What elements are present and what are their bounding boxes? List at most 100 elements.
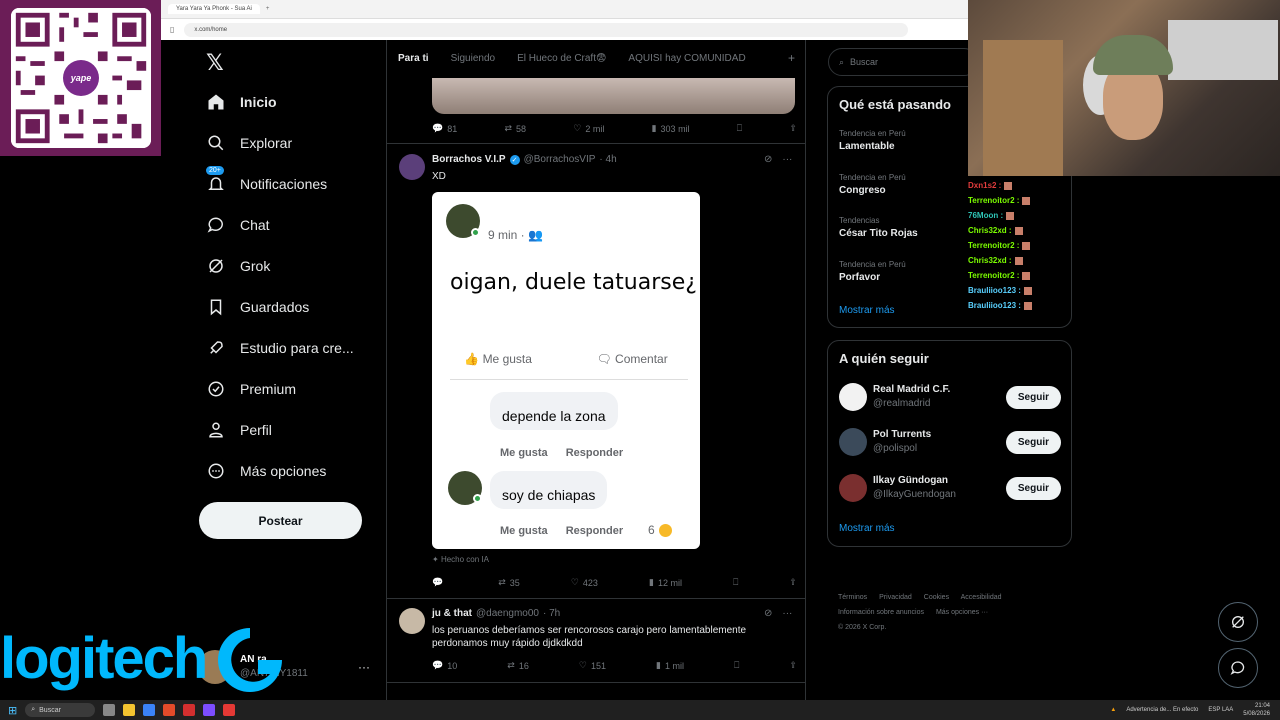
- taskbar-app-icon[interactable]: [223, 704, 236, 716]
- more-icon[interactable]: ···: [782, 154, 792, 165]
- windows-start-icon[interactable]: ⊞: [8, 704, 17, 717]
- views-button[interactable]: ▮ 12 mil: [649, 577, 682, 588]
- grok-icon[interactable]: ⊘: [764, 608, 772, 619]
- tab-for-you[interactable]: Para ti: [387, 40, 440, 76]
- follow-button[interactable]: Seguir: [1005, 430, 1061, 454]
- tab-following[interactable]: Siguiendo: [440, 40, 506, 76]
- retweet-button[interactable]: ⇄ 58: [504, 123, 526, 134]
- nav-premium[interactable]: Premium: [206, 379, 296, 399]
- qr-overlay: yape: [0, 0, 161, 156]
- webcam-person-hat: [1093, 35, 1173, 75]
- browser-tab[interactable]: Yara Yara Ya Phonk - Sua Ai: [168, 4, 260, 14]
- nav-notifications[interactable]: 20+ Notificaciones: [206, 166, 327, 194]
- follow-button[interactable]: Seguir: [1005, 476, 1061, 500]
- like-button[interactable]: ♡ 423: [571, 577, 598, 588]
- author-handle[interactable]: @daengmo00: [476, 608, 539, 619]
- chat-username: Chris32xd :: [968, 226, 1012, 235]
- fb-comment-actions: Me gusta Responder: [500, 447, 624, 459]
- browser-window-bar: Yara Yara Ya Phonk - Sua Ai + ▯ x.com/ho…: [160, 0, 968, 40]
- author-name[interactable]: ju & that: [432, 608, 472, 619]
- nav-home[interactable]: Inicio: [206, 92, 277, 112]
- reply-button[interactable]: 💬 81: [432, 123, 457, 134]
- footer-link[interactable]: Más opciones ···: [936, 609, 988, 616]
- avatar[interactable]: [399, 608, 425, 634]
- trend-item[interactable]: Tendencia en Perú Congreso: [839, 173, 906, 196]
- share-icon[interactable]: ⇪: [789, 660, 797, 671]
- footer-link[interactable]: Privacidad: [879, 594, 912, 601]
- messages-float-button[interactable]: [1218, 648, 1258, 688]
- person-icon: [206, 420, 226, 440]
- warning-text[interactable]: Advertencia de... En efecto: [1126, 707, 1198, 713]
- tweet-image-fb-screenshot[interactable]: 9 min · 👥 oigan, duele tatuarse¿ 👍 Me gu…: [432, 192, 700, 549]
- nav-grok[interactable]: Grok: [206, 256, 270, 276]
- grok-icon[interactable]: ⊘: [764, 154, 772, 165]
- tweet-media[interactable]: [432, 78, 795, 114]
- footer-link[interactable]: Accesibilidad: [961, 594, 1002, 601]
- nav-profile[interactable]: Perfil: [206, 420, 272, 440]
- warning-icon[interactable]: ▲: [1110, 707, 1116, 713]
- show-more-link[interactable]: Mostrar más: [839, 305, 895, 316]
- retweet-button[interactable]: ⇄ 35: [498, 577, 520, 588]
- views-button[interactable]: ▮ 1 mil: [656, 660, 684, 671]
- x-logo-icon[interactable]: 𝕏: [206, 50, 224, 76]
- tab-list-1[interactable]: El Hueco de Craft😨: [506, 40, 617, 76]
- file-explorer-icon[interactable]: [123, 704, 136, 716]
- taskbar-app-icon[interactable]: [103, 704, 116, 716]
- follow-suggestion[interactable]: Real Madrid C.F. @realmadrid Seguir: [839, 383, 1061, 411]
- ai-tag: ✦ Hecho con IA: [432, 555, 489, 564]
- like-button[interactable]: ♡ 2 mil: [573, 123, 604, 134]
- nav-creator-studio[interactable]: Estudio para cre...: [206, 338, 354, 358]
- author-name[interactable]: Borrachos V.I.P: [432, 154, 506, 165]
- post-button[interactable]: Postear: [199, 502, 362, 539]
- footer-link[interactable]: Términos: [838, 594, 867, 601]
- follow-button[interactable]: Seguir: [1005, 385, 1061, 409]
- taskbar-app-icon[interactable]: [143, 704, 156, 716]
- fb-time: 9 min · 👥: [488, 228, 543, 242]
- grok-float-button[interactable]: [1218, 602, 1258, 642]
- chat-emote-icon: [1022, 241, 1031, 250]
- search-input[interactable]: ⌕ Buscar: [828, 48, 978, 76]
- footer-link[interactable]: Cookies: [924, 594, 949, 601]
- bookmark-icon[interactable]: ⎕: [733, 577, 738, 588]
- nav-bookmarks[interactable]: Guardados: [206, 297, 309, 317]
- tweet-time[interactable]: · 4h: [599, 154, 616, 165]
- trend-item[interactable]: Tendencia en Perú Porfavor: [839, 260, 906, 283]
- taskbar-app-icon[interactable]: [183, 704, 196, 716]
- bookmark-icon[interactable]: ⎕: [734, 660, 739, 671]
- add-tab-icon[interactable]: +: [788, 51, 805, 65]
- account-more-icon[interactable]: ···: [358, 660, 370, 674]
- online-indicator: [473, 494, 482, 503]
- like-button[interactable]: ♡ 151: [579, 660, 606, 671]
- share-icon[interactable]: ⇪: [789, 577, 797, 588]
- brave-icon[interactable]: [163, 704, 176, 716]
- tweet-time[interactable]: · 7h: [543, 608, 560, 619]
- show-more-link[interactable]: Mostrar más: [839, 523, 895, 534]
- avatar[interactable]: [399, 154, 425, 180]
- nav-more-options[interactable]: Más opciones: [206, 461, 326, 481]
- url-field[interactable]: x.com/home: [184, 22, 908, 37]
- more-icon[interactable]: ···: [782, 608, 792, 619]
- views-button[interactable]: ▮ 303 mil: [652, 123, 690, 134]
- taskbar-app-icon[interactable]: [203, 704, 216, 716]
- follow-suggestion[interactable]: Pol Turrents @polispol Seguir: [839, 428, 1061, 456]
- footer-link[interactable]: Información sobre anuncios: [838, 609, 924, 616]
- trend-item[interactable]: Tendencias César Tito Rojas: [839, 216, 918, 239]
- share-icon[interactable]: ⇪: [789, 123, 797, 134]
- bookmark-icon[interactable]: ⎕: [737, 123, 742, 134]
- tweet-menu: ⊘ ···: [764, 608, 792, 619]
- nav-explore[interactable]: Explorar: [206, 133, 292, 153]
- nav-chat[interactable]: Chat: [206, 215, 270, 235]
- new-tab-icon[interactable]: +: [266, 6, 270, 12]
- reply-button[interactable]: 💬: [432, 577, 447, 588]
- author-handle[interactable]: @BorrachosVIP: [524, 154, 596, 165]
- follow-suggestion[interactable]: Ilkay Gündogan @IlkayGuendogan Seguir: [839, 474, 1061, 502]
- language-indicator[interactable]: ESP LAA: [1208, 707, 1233, 713]
- reply-button[interactable]: 💬 10: [432, 660, 457, 671]
- trend-item[interactable]: Tendencia en Perú Lamentable: [839, 129, 906, 152]
- chat-username: 76Moon :: [968, 211, 1004, 220]
- bookmark-star-icon[interactable]: ▯: [170, 25, 174, 34]
- clock[interactable]: 21:04 5/08/2026: [1243, 702, 1270, 718]
- retweet-button[interactable]: ⇄ 16: [507, 660, 529, 671]
- taskbar-search[interactable]: ⌕ Buscar: [25, 703, 96, 717]
- tab-list-2[interactable]: AQUISI hay COMUNIDAD: [617, 40, 756, 76]
